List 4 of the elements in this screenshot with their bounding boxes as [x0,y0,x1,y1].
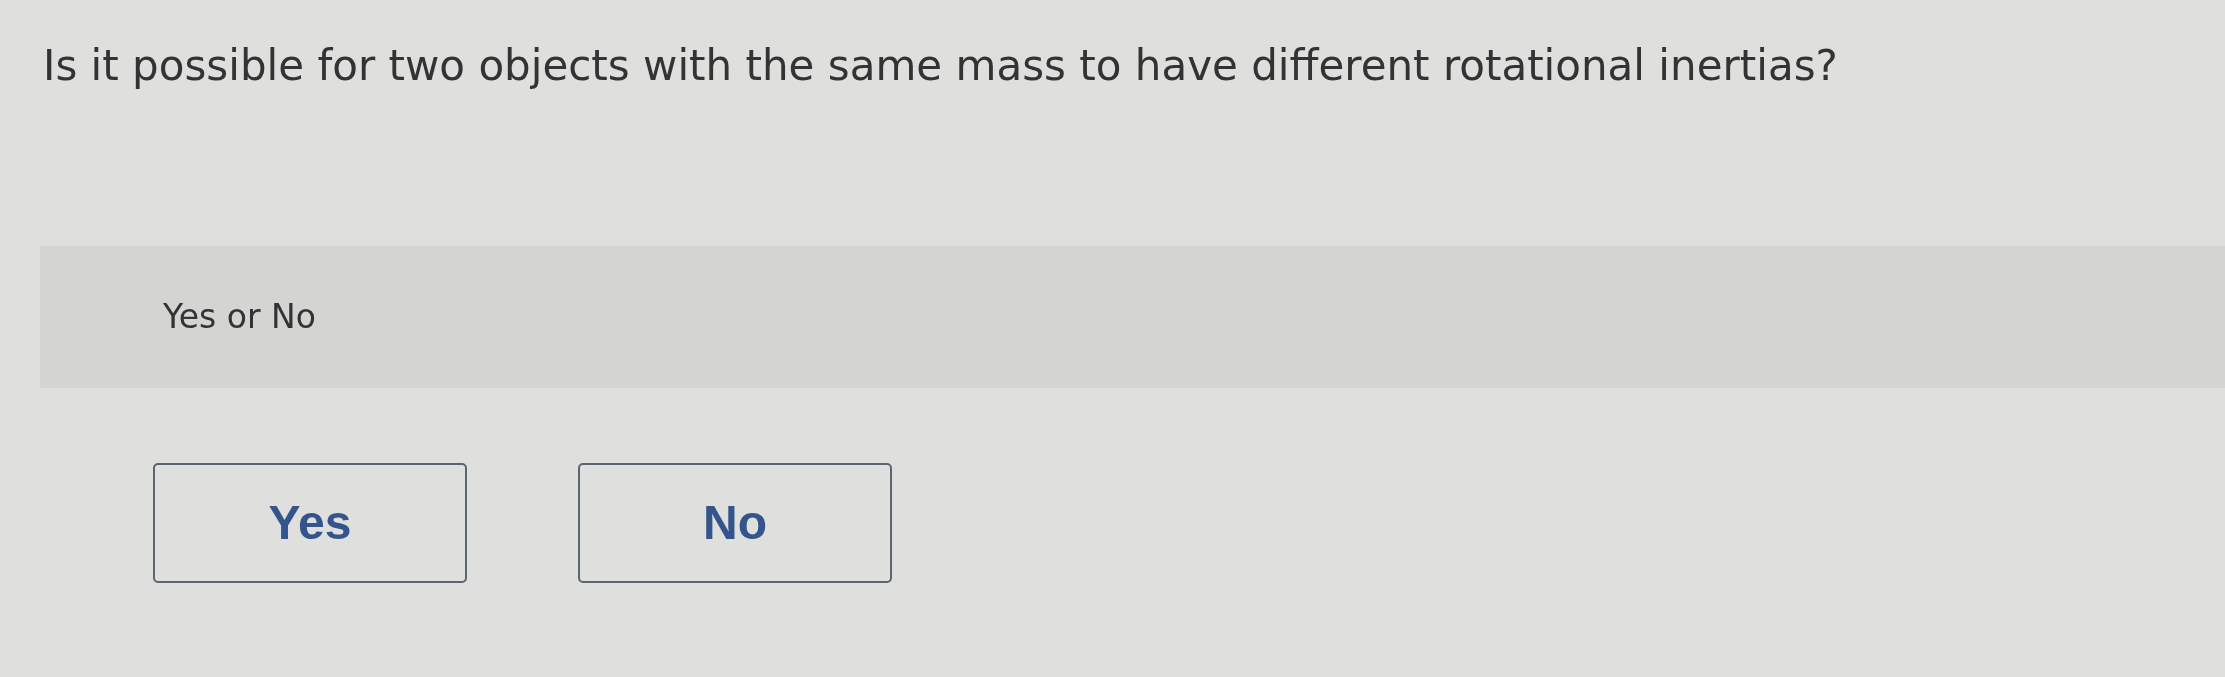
answer-button[interactable]: Yes [153,463,467,583]
prompt-text: Yes or No [163,296,316,338]
answer-button[interactable]: No [578,463,892,583]
question-text: Is it possible for two objects with the same mass to have different rotational inertias? [43,41,1838,91]
